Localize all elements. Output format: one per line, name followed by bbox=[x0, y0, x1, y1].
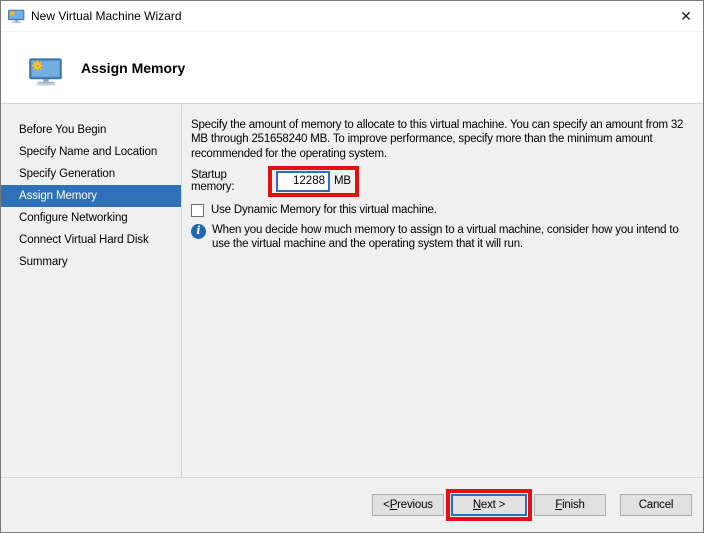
description-line: recommended for the operating system. bbox=[191, 147, 701, 161]
sidebar-item-specify-name-and-location[interactable]: Specify Name and Location bbox=[1, 141, 181, 163]
page-description: Specify the amount of memory to allocate… bbox=[191, 118, 701, 161]
dynamic-memory-checkbox-label: Use Dynamic Memory for this virtual mach… bbox=[211, 204, 437, 216]
memory-unit-label: MB bbox=[334, 175, 351, 187]
annotation-box-next-button: Next > bbox=[446, 489, 532, 521]
finish-button[interactable]: Finish bbox=[534, 494, 606, 516]
info-note-row: i When you decide how much memory to ass… bbox=[191, 223, 701, 252]
vm-page-icon bbox=[29, 58, 63, 86]
info-note: When you decide how much memory to assig… bbox=[212, 223, 679, 252]
title-bar: New Virtual Machine Wizard ✕ bbox=[1, 1, 703, 32]
sidebar-item-before-you-begin[interactable]: Before You Begin bbox=[1, 119, 181, 141]
wizard-page-content: Specify the amount of memory to allocate… bbox=[182, 105, 703, 479]
vm-app-icon bbox=[8, 9, 25, 24]
next-button[interactable]: Next > bbox=[451, 494, 527, 516]
description-line: MB through 251658240 MB. To improve perf… bbox=[191, 132, 701, 146]
wizard-window: New Virtual Machine Wizard ✕ Assign Memo… bbox=[0, 0, 704, 533]
cancel-button[interactable]: Cancel bbox=[620, 494, 692, 516]
startup-memory-row: Startup memory: MB bbox=[191, 166, 701, 197]
previous-button[interactable]: < Previous bbox=[372, 494, 444, 516]
dynamic-memory-checkbox[interactable] bbox=[191, 204, 204, 217]
info-note-line: When you decide how much memory to assig… bbox=[212, 223, 679, 237]
close-button[interactable]: ✕ bbox=[669, 3, 703, 29]
window-title: New Virtual Machine Wizard bbox=[31, 9, 182, 23]
sidebar-item-configure-networking[interactable]: Configure Networking bbox=[1, 207, 181, 229]
dynamic-memory-row: Use Dynamic Memory for this virtual mach… bbox=[191, 204, 701, 217]
sidebar-item-connect-virtual-hard-disk[interactable]: Connect Virtual Hard Disk bbox=[1, 229, 181, 251]
wizard-steps-sidebar: Before You Begin Specify Name and Locati… bbox=[1, 105, 182, 479]
annotation-box-memory-input: MB bbox=[268, 166, 359, 197]
startup-memory-label: Startup memory: bbox=[191, 169, 268, 193]
close-icon: ✕ bbox=[680, 8, 692, 25]
sidebar-item-summary[interactable]: Summary bbox=[1, 251, 181, 273]
startup-memory-input[interactable] bbox=[276, 171, 330, 192]
wizard-footer: < Previous Next > Finish Cancel bbox=[1, 477, 703, 532]
sidebar-item-assign-memory[interactable]: Assign Memory bbox=[1, 185, 181, 207]
sidebar-item-specify-generation[interactable]: Specify Generation bbox=[1, 163, 181, 185]
wizard-header: Assign Memory bbox=[1, 32, 703, 104]
info-note-line: use the virtual machine and the operatin… bbox=[212, 237, 679, 251]
info-icon: i bbox=[191, 224, 206, 239]
page-title: Assign Memory bbox=[81, 60, 185, 76]
description-line: Specify the amount of memory to allocate… bbox=[191, 118, 701, 132]
